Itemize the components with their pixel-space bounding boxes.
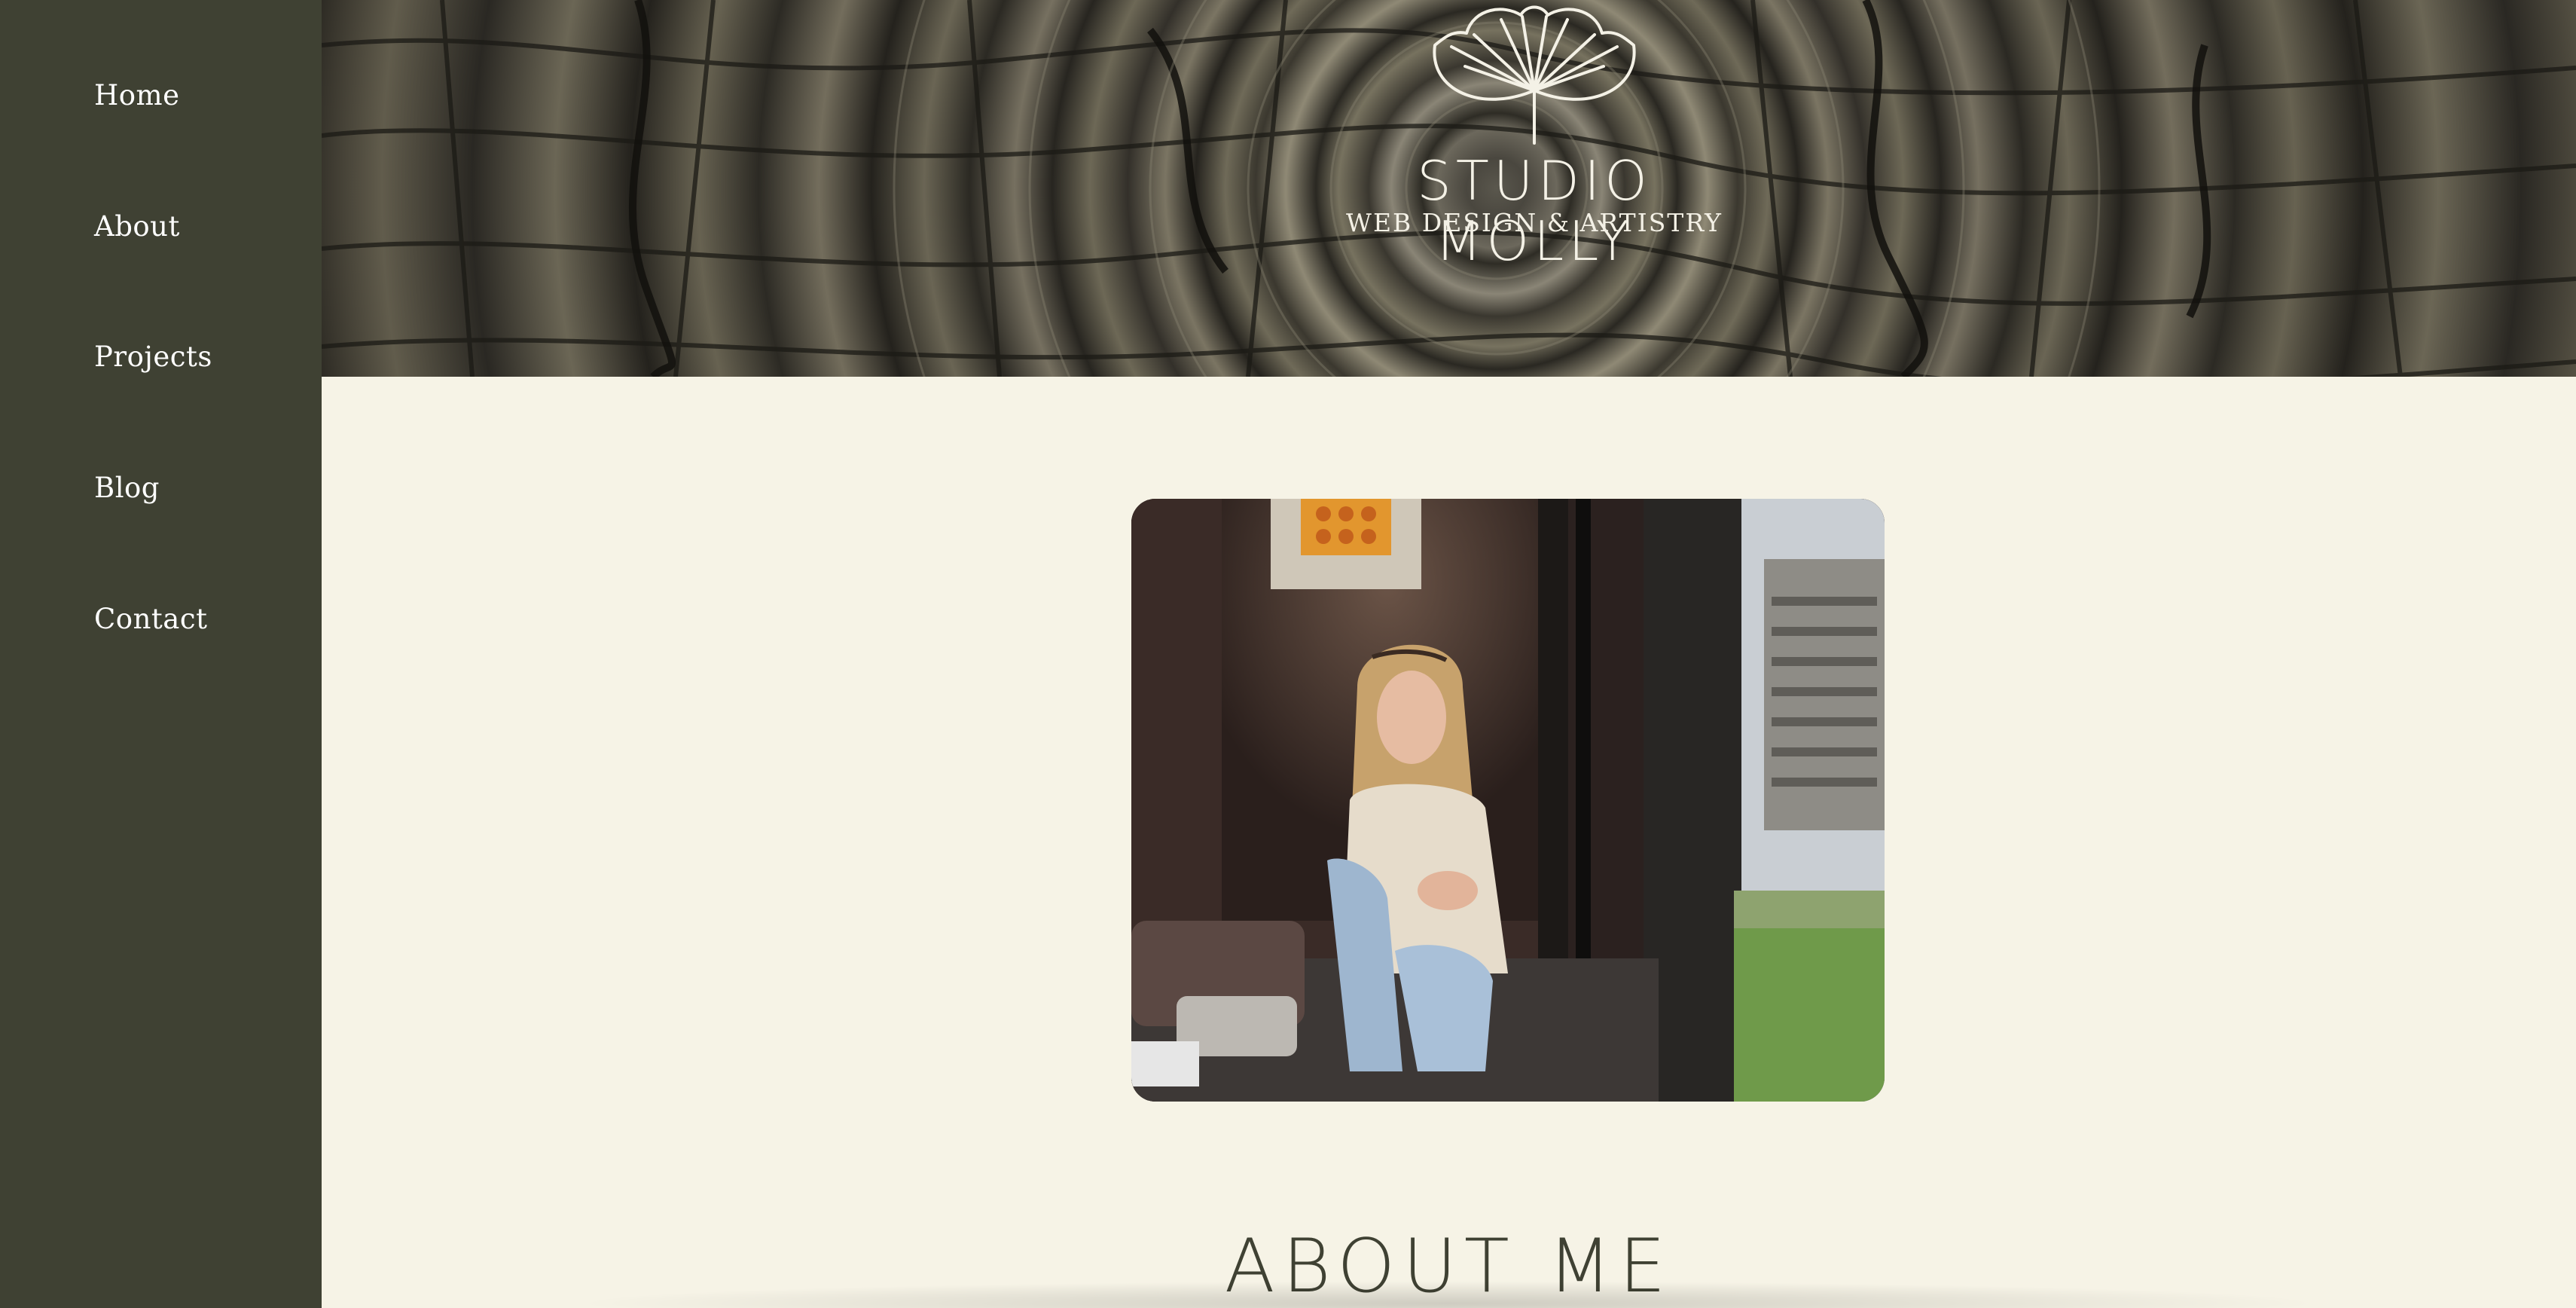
sidebar-item-home[interactable]: Home bbox=[94, 77, 180, 115]
photo-illustration bbox=[1131, 499, 1885, 1102]
page: Home About Projects Blog Contact STUDIO … bbox=[0, 0, 2576, 1308]
studio-logo[interactable]: STUDIO MOLLY WEB DESIGN & ARTISTRY bbox=[1323, 0, 1745, 271]
sidebar-item-about[interactable]: About bbox=[94, 208, 180, 246]
profile-photo bbox=[1131, 499, 1885, 1102]
sidebar-item-contact[interactable]: Contact bbox=[94, 601, 207, 638]
content-card-shadow bbox=[570, 1281, 2325, 1308]
sidebar-nav: Home About Projects Blog Contact bbox=[0, 0, 322, 1308]
sidebar-item-blog[interactable]: Blog bbox=[94, 469, 160, 507]
ginkgo-leaf-icon bbox=[1433, 5, 1636, 145]
main-content: ABOUT ME bbox=[322, 377, 2576, 1308]
logo-subtitle: WEB DESIGN & ARTISTRY bbox=[1346, 208, 1723, 237]
header-banner: STUDIO MOLLY WEB DESIGN & ARTISTRY bbox=[322, 0, 2576, 377]
sidebar-item-projects[interactable]: Projects bbox=[94, 338, 212, 376]
